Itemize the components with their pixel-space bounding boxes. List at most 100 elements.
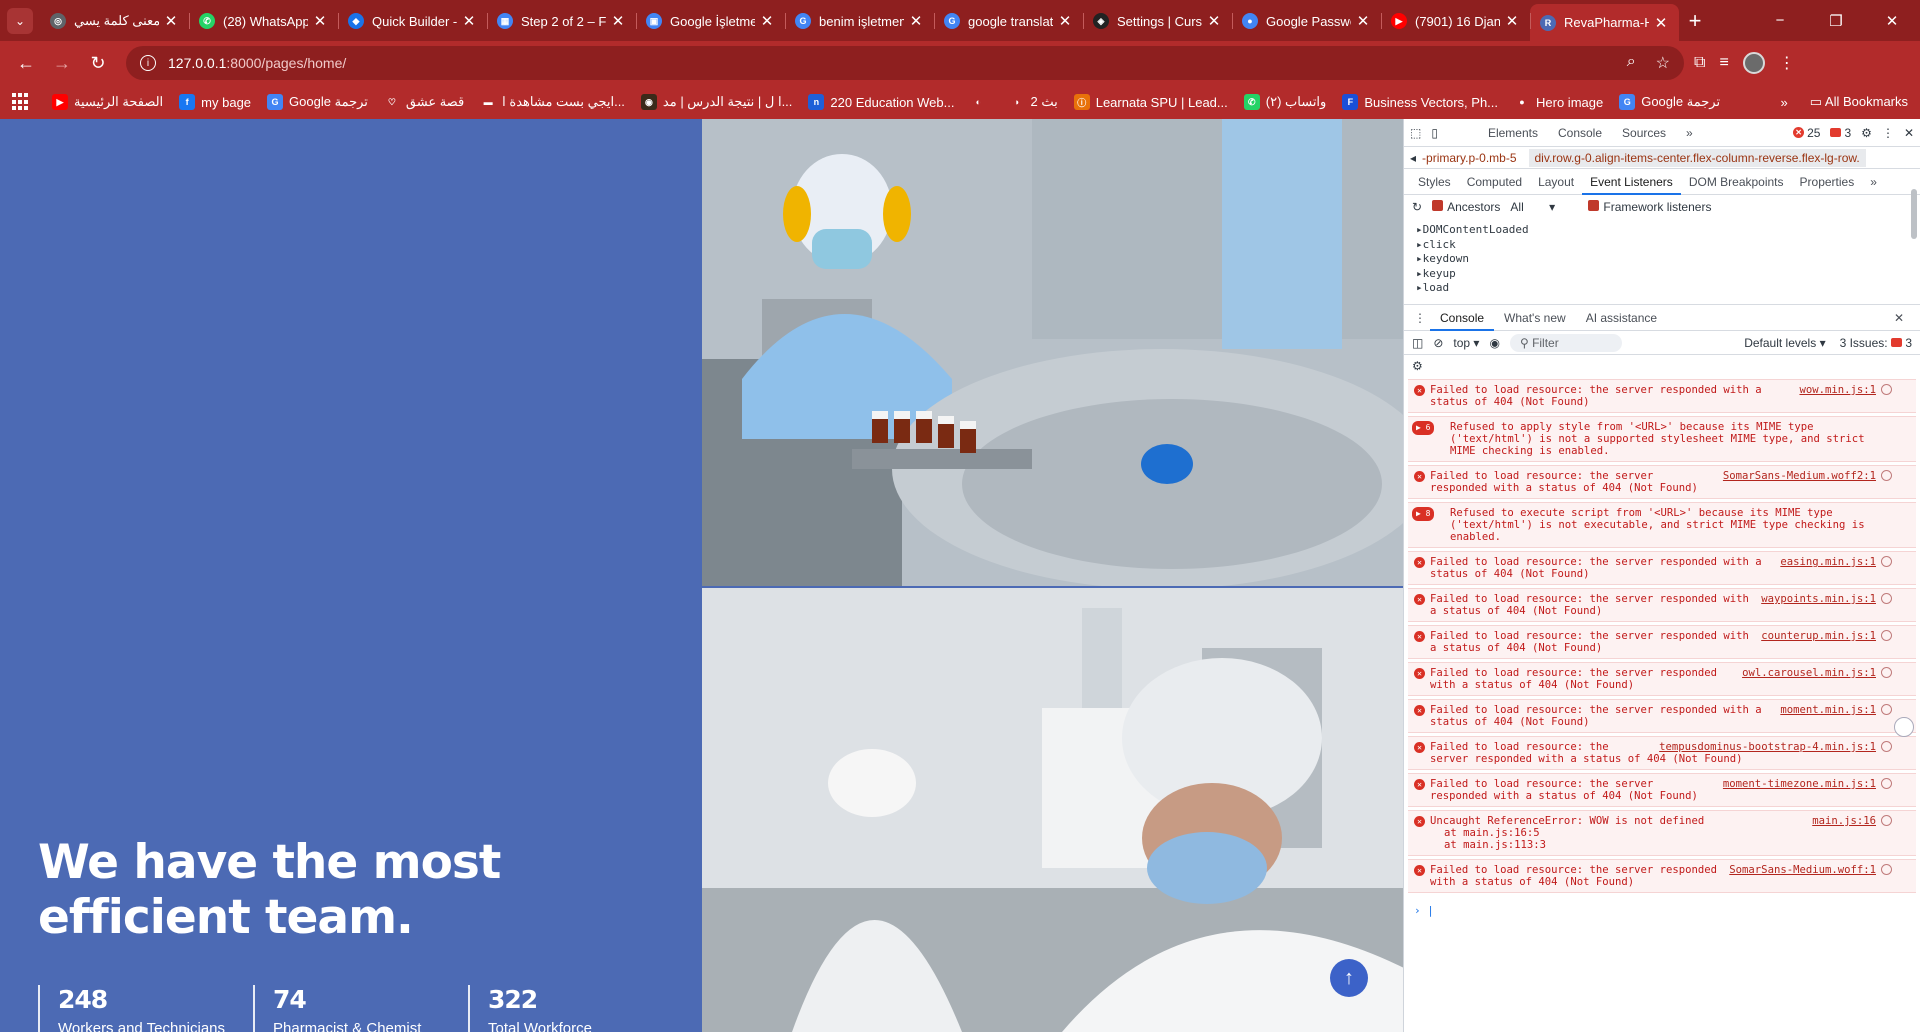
event-listener-item[interactable]: ▸keydown bbox=[1416, 252, 1908, 267]
devtools-menu-icon[interactable]: ⋮ bbox=[1882, 126, 1894, 140]
drawer-tab-whats-new[interactable]: What's new bbox=[1494, 305, 1576, 331]
drawer-tab-console[interactable]: Console bbox=[1430, 305, 1495, 331]
browser-tab[interactable]: ● Google Passwo ✕ bbox=[1232, 4, 1381, 38]
forward-button[interactable]: → bbox=[44, 45, 80, 81]
breadcrumb-current[interactable]: div.row.g-0.align-items-center.flex-colu… bbox=[1528, 148, 1866, 167]
close-tab-icon[interactable]: ✕ bbox=[1653, 14, 1669, 32]
browser-tab[interactable]: ✆ (28) WhatsApp ✕ bbox=[189, 4, 338, 38]
console-error-message[interactable]: ✕ easing.min.js:1 Failed to load resource:… bbox=[1408, 551, 1916, 585]
all-bookmarks-button[interactable]: ▭ All Bookmarks bbox=[1810, 94, 1908, 110]
close-window-button[interactable]: ✕ bbox=[1864, 0, 1920, 41]
bookmark-item[interactable]: ◉ ا ل | نتيجة الدرس | مد... bbox=[640, 94, 792, 110]
event-list-scrollbar[interactable] bbox=[1908, 175, 1920, 285]
subtab-dom-breakpoints[interactable]: DOM Breakpoints bbox=[1681, 169, 1792, 195]
issue-count-badge[interactable]: 3 bbox=[1830, 126, 1851, 140]
close-tab-icon[interactable]: ✕ bbox=[1355, 12, 1371, 30]
tab-console[interactable]: Console bbox=[1548, 126, 1612, 140]
close-tab-icon[interactable]: ✕ bbox=[163, 12, 179, 30]
console-error-message[interactable]: ✕ moment.min.js:1 Failed to load resource:… bbox=[1408, 699, 1916, 733]
site-info-icon[interactable]: i bbox=[140, 55, 156, 71]
settings-gear-icon[interactable]: ⚙ bbox=[1861, 126, 1872, 140]
bookmark-item[interactable]: G Google ترجمة bbox=[267, 94, 368, 110]
context-select[interactable]: top ▾ bbox=[1453, 336, 1479, 350]
bookmarks-overflow-button[interactable]: » bbox=[1781, 95, 1788, 110]
bookmark-star-icon[interactable]: ☆ bbox=[1656, 53, 1670, 73]
browser-tab[interactable]: ▣ Google İşletme ✕ bbox=[636, 4, 785, 38]
console-filter-input[interactable]: ⚲ Filter bbox=[1509, 333, 1622, 352]
event-listener-item[interactable]: ▸click bbox=[1416, 238, 1908, 253]
bookmark-item[interactable]: ▬ ايجي بست مشاهدة ا... bbox=[480, 94, 625, 110]
bookmark-item[interactable]: ◑ 2 بث bbox=[1008, 94, 1058, 110]
console-error-message[interactable]: ▶ 8 Refused to execute script from '<URL>… bbox=[1408, 502, 1916, 548]
inspect-element-icon[interactable]: ⬚ bbox=[1410, 126, 1421, 140]
browser-tab[interactable]: ▶ (7901) 16 Djan ✕ bbox=[1381, 4, 1530, 38]
browser-tab[interactable]: G benim işletmem ✕ bbox=[785, 4, 934, 38]
console-error-message[interactable]: ▶ 6 Refused to apply style from '<URL>' b… bbox=[1408, 416, 1916, 462]
menu-kebab-icon[interactable]: ⋮ bbox=[1779, 53, 1795, 73]
drawer-tab-ai-assistance[interactable]: AI assistance bbox=[1576, 305, 1667, 331]
console-error-message[interactable]: ✕ waypoints.min.js:1 Failed to load resour… bbox=[1408, 588, 1916, 622]
bookmark-item[interactable]: n 220 Education Web... bbox=[808, 94, 954, 110]
close-drawer-icon[interactable]: ✕ bbox=[1884, 305, 1914, 331]
bookmark-item[interactable]: f my bage bbox=[179, 94, 251, 110]
log-levels-select[interactable]: Default levels ▾ bbox=[1744, 336, 1825, 350]
scroll-to-top-button[interactable]: ↑ bbox=[1330, 959, 1368, 997]
ancestors-checkbox[interactable]: Ancestors bbox=[1432, 200, 1500, 214]
console-error-message[interactable]: ✕ moment-timezone.min.js:1 Failed to load … bbox=[1408, 773, 1916, 807]
extensions-icon[interactable]: ⧉ bbox=[1694, 54, 1705, 72]
issues-button[interactable]: 3 Issues: 3 bbox=[1840, 336, 1912, 350]
console-prompt[interactable]: › | bbox=[1404, 896, 1920, 925]
console-settings-gear-icon[interactable]: ⚙ bbox=[1412, 359, 1423, 373]
reload-button[interactable]: ↻ bbox=[80, 45, 116, 81]
message-source-link[interactable]: main.js:16 bbox=[1812, 815, 1876, 827]
console-error-message[interactable]: ✕ owl.carousel.min.js:1 Failed to load res… bbox=[1408, 662, 1916, 696]
restore-button[interactable]: ❐ bbox=[1808, 0, 1864, 41]
subtab-layout[interactable]: Layout bbox=[1530, 169, 1582, 195]
device-toolbar-icon[interactable]: ▯ bbox=[1431, 126, 1438, 140]
bookmark-item[interactable]: ✆ واتساب (٢) bbox=[1243, 94, 1326, 110]
new-tab-button[interactable]: + bbox=[1679, 4, 1711, 38]
bookmark-item[interactable]: ⓘ Learnata SPU | Lead... bbox=[1073, 94, 1228, 110]
apps-grid-icon[interactable] bbox=[12, 93, 30, 111]
stack-frame[interactable]: at main.js:16:5 bbox=[1430, 827, 1876, 839]
message-source-link[interactable]: tempusdominus-bootstrap-4.min.js:1 bbox=[1659, 741, 1876, 753]
event-listener-item[interactable]: ▸DOMContentLoaded bbox=[1416, 223, 1908, 238]
bookmark-item[interactable]: G Google ترجمة bbox=[1619, 94, 1720, 110]
console-error-message[interactable]: ✕ tempusdominus-bootstrap-4.min.js:1 Faile… bbox=[1408, 736, 1916, 770]
close-tab-icon[interactable]: ✕ bbox=[759, 12, 775, 30]
message-source-link[interactable]: SomarSans-Medium.woff:1 bbox=[1729, 864, 1876, 876]
minimize-button[interactable]: − bbox=[1752, 0, 1808, 41]
console-error-message[interactable]: ✕ SomarSans-Medium.woff2:1 Failed to load … bbox=[1408, 465, 1916, 499]
address-bar[interactable]: i 127.0.0.1:8000/pages/home/ ⌕ ☆ bbox=[126, 46, 1684, 80]
subtab-event-listeners[interactable]: Event Listeners bbox=[1582, 169, 1681, 195]
subtab-styles[interactable]: Styles bbox=[1410, 169, 1459, 195]
close-tab-icon[interactable]: ✕ bbox=[1057, 12, 1073, 30]
console-error-message[interactable]: ✕ main.js:16 Uncaught ReferenceError: WOW … bbox=[1408, 810, 1916, 856]
console-error-message[interactable]: ✕ SomarSans-Medium.woff:1 Failed to load r… bbox=[1408, 859, 1916, 893]
close-tab-icon[interactable]: ✕ bbox=[461, 12, 477, 30]
close-tab-icon[interactable]: ✕ bbox=[610, 12, 626, 30]
tab-elements[interactable]: Elements bbox=[1478, 126, 1548, 140]
browser-tab[interactable]: G google translat ✕ bbox=[934, 4, 1083, 38]
bookmark-item[interactable]: ● Hero image bbox=[1514, 94, 1603, 110]
browser-tab[interactable]: ◈ Settings | Curs ✕ bbox=[1083, 4, 1232, 38]
close-tab-icon[interactable]: ✕ bbox=[312, 12, 328, 30]
message-source-link[interactable]: wow.min.js:1 bbox=[1799, 384, 1876, 396]
subtab-computed[interactable]: Computed bbox=[1459, 169, 1530, 195]
bookmark-item[interactable]: ◐ bbox=[970, 94, 992, 110]
close-tab-icon[interactable]: ✕ bbox=[1504, 12, 1520, 30]
close-tab-icon[interactable]: ✕ bbox=[908, 12, 924, 30]
stack-frame[interactable]: at main.js:113:3 bbox=[1430, 839, 1876, 851]
profile-avatar[interactable] bbox=[1742, 52, 1765, 74]
sidebar-toggle-icon[interactable]: ◫ bbox=[1412, 336, 1423, 350]
close-tab-icon[interactable]: ✕ bbox=[1206, 12, 1222, 30]
drawer-menu-icon[interactable]: ⋮ bbox=[1410, 305, 1430, 331]
tab-search-button[interactable]: ⌄ bbox=[0, 0, 40, 41]
breadcrumb-parent[interactable]: -primary.p-0.mb-5 bbox=[1416, 149, 1522, 167]
message-source-link[interactable]: moment.min.js:1 bbox=[1780, 704, 1876, 716]
listener-filter-select[interactable]: All ▾ bbox=[1510, 200, 1570, 214]
framework-listeners-checkbox[interactable]: Framework listeners bbox=[1588, 200, 1711, 214]
message-source-link[interactable]: waypoints.min.js:1 bbox=[1761, 593, 1876, 605]
more-subtabs-button[interactable]: » bbox=[1862, 169, 1885, 195]
ai-sparkle-button[interactable] bbox=[1894, 717, 1914, 737]
